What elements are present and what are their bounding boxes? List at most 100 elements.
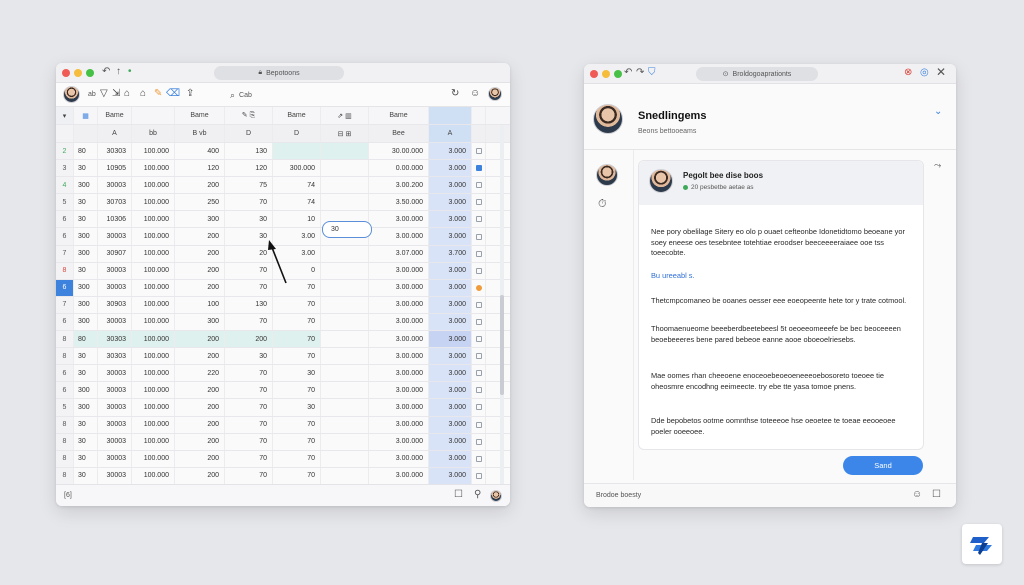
- table-cell[interactable]: 70: [225, 467, 273, 484]
- col-header-b[interactable]: B vb: [175, 125, 225, 142]
- table-cell[interactable]: 3.000: [429, 143, 472, 160]
- cell-editor-input[interactable]: 30: [322, 221, 372, 238]
- table-cell[interactable]: 300: [74, 245, 98, 262]
- table-cell[interactable]: 300: [74, 382, 98, 399]
- row-number[interactable]: 6: [56, 211, 74, 228]
- table-cell[interactable]: 30: [74, 262, 98, 279]
- table-cell[interactable]: 30303: [98, 143, 132, 160]
- table-cell[interactable]: [321, 348, 369, 365]
- table-cell[interactable]: 200: [175, 450, 225, 467]
- table-cell[interactable]: 200: [175, 467, 225, 484]
- table-cell[interactable]: 30: [74, 194, 98, 211]
- row-checkbox[interactable]: [472, 211, 486, 228]
- table-row[interactable]: 6 30 10306 100.000 300 30 10 3.00.000 3.000: [56, 211, 510, 229]
- upload-icon[interactable]: ⇪: [186, 88, 194, 99]
- row-number[interactable]: 6: [56, 313, 74, 331]
- table-cell[interactable]: 30003: [98, 416, 132, 433]
- back-icon[interactable]: ↶: [624, 67, 632, 78]
- row-checkbox[interactable]: [472, 228, 486, 245]
- table-cell[interactable]: 30303: [98, 348, 132, 365]
- table-cell[interactable]: 3.00.000: [369, 296, 429, 313]
- table-cell[interactable]: 74: [273, 177, 321, 194]
- table-cell[interactable]: 3.00.000: [369, 365, 429, 382]
- table-cell[interactable]: 30003: [98, 399, 132, 416]
- contact-avatar[interactable]: [593, 104, 623, 134]
- table-cell[interactable]: 10306: [98, 211, 132, 228]
- table-cell[interactable]: 70: [273, 450, 321, 467]
- table-cell[interactable]: 3.00.000: [369, 279, 429, 296]
- table-cell[interactable]: 30003: [98, 467, 132, 484]
- table-cell[interactable]: 120: [175, 160, 225, 177]
- chat-icon[interactable]: ☐: [932, 489, 941, 500]
- row-checkbox[interactable]: [472, 177, 486, 194]
- table-cell[interactable]: [321, 313, 369, 331]
- table-cell[interactable]: 30: [273, 365, 321, 382]
- table-cell[interactable]: 3.00.000: [369, 313, 429, 331]
- table-cell[interactable]: 200: [225, 331, 273, 348]
- table-cell[interactable]: 3.000: [429, 279, 472, 296]
- row-number[interactable]: 5: [56, 194, 74, 211]
- table-cell[interactable]: 30: [74, 211, 98, 228]
- table-cell[interactable]: 100.000: [132, 211, 175, 228]
- maximize-button[interactable]: [614, 70, 622, 78]
- table-cell[interactable]: 200: [175, 433, 225, 450]
- table-cell[interactable]: 70: [273, 467, 321, 484]
- table-cell[interactable]: 30: [74, 416, 98, 433]
- table-cell[interactable]: [321, 143, 369, 160]
- col-header-dropdown[interactable]: ⊟ ⊞: [321, 125, 369, 142]
- table-cell[interactable]: 70: [273, 382, 321, 399]
- forward-icon[interactable]: ↑: [116, 66, 121, 77]
- table-cell[interactable]: 3.700: [429, 245, 472, 262]
- format-icon[interactable]: ⌫: [166, 88, 180, 99]
- row-checkbox[interactable]: [472, 245, 486, 262]
- table-cell[interactable]: 10905: [98, 160, 132, 177]
- table-row[interactable]: 5 30 30703 100.000 250 70 74 3.50.000 3.000: [56, 194, 510, 212]
- table-cell[interactable]: 75: [225, 177, 273, 194]
- table-cell[interactable]: 100.000: [132, 399, 175, 416]
- home-icon[interactable]: ⌂: [140, 88, 146, 99]
- user-icon[interactable]: ☺: [470, 88, 480, 99]
- table-row[interactable]: 8 30 30003 100.000 200 70 70 3.00.000 3.000: [56, 433, 510, 451]
- table-cell[interactable]: 3.07.000: [369, 245, 429, 262]
- table-cell[interactable]: 30: [74, 160, 98, 177]
- table-row[interactable]: 4 300 30003 100.000 200 75 74 3.00.200 3.000: [56, 177, 510, 195]
- col-header-selected[interactable]: A: [429, 125, 472, 142]
- table-cell[interactable]: 130: [225, 296, 273, 313]
- share-icon[interactable]: ⇲: [112, 88, 120, 99]
- table-cell[interactable]: 30003: [98, 228, 132, 245]
- row-checkbox[interactable]: [472, 348, 486, 365]
- table-cell[interactable]: 100.000: [132, 194, 175, 211]
- corner-icon[interactable]: ▾: [56, 107, 74, 124]
- table-cell[interactable]: 200: [175, 348, 225, 365]
- close-button[interactable]: [62, 69, 70, 77]
- row-checkbox[interactable]: [472, 331, 486, 348]
- row-number[interactable]: 8: [56, 467, 74, 484]
- row-checkbox[interactable]: [472, 262, 486, 279]
- table-cell[interactable]: 70: [225, 450, 273, 467]
- table-cell[interactable]: 200: [175, 331, 225, 348]
- row-number[interactable]: 8: [56, 416, 74, 433]
- table-cell[interactable]: 100.000: [132, 365, 175, 382]
- table-cell[interactable]: [321, 279, 369, 296]
- table-cell[interactable]: 100.000: [132, 416, 175, 433]
- forward-icon[interactable]: ↷: [636, 67, 644, 78]
- table-cell[interactable]: 70: [225, 313, 273, 331]
- emoji-icon[interactable]: ☺: [912, 489, 922, 500]
- table-cell[interactable]: 3.00.000: [369, 467, 429, 484]
- row-number[interactable]: 5: [56, 399, 74, 416]
- table-cell[interactable]: 3.000: [429, 433, 472, 450]
- col-header-d2[interactable]: D: [273, 125, 321, 142]
- table-cell[interactable]: [321, 262, 369, 279]
- table-cell[interactable]: 3.000: [429, 399, 472, 416]
- undo-button[interactable]: ab: [88, 91, 96, 98]
- table-row[interactable]: 7 300 30903 100.000 100 130 70 3.00.000 3.000: [56, 296, 510, 314]
- table-cell[interactable]: 30703: [98, 194, 132, 211]
- vertical-scrollbar[interactable]: [500, 125, 504, 485]
- table-cell[interactable]: 3.000: [429, 331, 472, 348]
- row-number[interactable]: 6: [56, 382, 74, 399]
- row-checkbox[interactable]: [472, 416, 486, 433]
- table-cell[interactable]: 400: [175, 143, 225, 160]
- table-cell[interactable]: 3.00.000: [369, 450, 429, 467]
- table-cell[interactable]: 3.000: [429, 365, 472, 382]
- table-cell[interactable]: [321, 194, 369, 211]
